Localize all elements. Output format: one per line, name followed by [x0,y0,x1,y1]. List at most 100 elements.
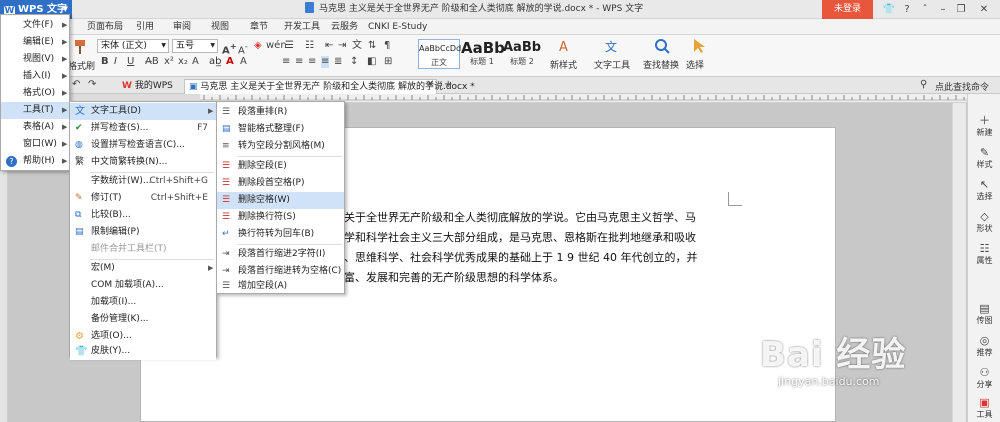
tab-developer[interactable]: 开发工具 [284,19,320,35]
new-style-icon[interactable]: A [557,38,573,55]
italic-icon[interactable]: I [114,56,117,68]
menu-indent-to-spaces[interactable]: ⇥ 段落首行缩进转为空格(C) [217,263,344,280]
find-command-label[interactable]: 点此查找命令 [935,80,989,93]
increase-indent-icon[interactable]: ⇥ [338,40,346,52]
tab-cloud[interactable]: 云服务 [331,19,358,35]
find-replace-button[interactable]: 查找替换 [643,58,679,71]
menu-help[interactable]: ? 帮助(H) ▶ [1,153,69,170]
border-icon[interactable]: ⊞ [384,56,392,68]
tab-page-layout[interactable]: 页面布局 [87,19,123,35]
minimize-icon[interactable]: – [934,0,952,19]
sidebar-shape[interactable]: ◇ 形状 [968,210,1000,234]
menu-spell-language[interactable]: ◍ 设置拼写检查语言(C)... [70,137,216,154]
menu-skin[interactable]: 👕 皮肤(Y)... [70,343,216,360]
menu-format[interactable]: 格式(O) ▶ [1,85,69,102]
shrink-font-icon[interactable]: A- [238,40,248,57]
char-shading-icon[interactable]: A [240,56,247,68]
sidebar-image-upload[interactable]: ▤ 传图 [968,302,1000,326]
decrease-indent-icon[interactable]: ⇤ [325,40,333,52]
ribbon-collapse-icon[interactable]: ˆ [916,0,934,19]
phonetic-icon[interactable]: wén [266,40,287,52]
style-heading-1[interactable]: AaBb 标题 1 [461,39,505,69]
show-marks-icon[interactable]: ¶ [384,40,390,52]
sidebar-toolbox[interactable]: ▣ 工具 [968,396,1000,420]
sidebar-new[interactable]: ＋新建 [968,114,1000,138]
distributed-icon[interactable]: ≣ [334,56,342,68]
sidebar-share[interactable]: ⚇ 分享 [968,366,1000,390]
style-normal[interactable]: AaBbCcDd 正文 [418,39,461,69]
menu-linebreak-to-return[interactable]: ↵ 换行符转为回车(B) [217,226,344,243]
tab-view[interactable]: 视图 [211,19,229,35]
sidebar-property[interactable]: ☷ 属性 [968,242,1000,266]
menu-view[interactable]: 视图(V) ▶ [1,51,69,68]
menu-smart-format[interactable]: ▤ 智能格式整理(F) [217,121,344,138]
menu-add-empty-paragraph[interactable]: ☰ 增加空段(A) [217,280,344,293]
justify-icon[interactable]: ≡ [321,56,330,68]
search-icon[interactable]: ⚲ [920,79,927,91]
font-name-select[interactable]: 宋体 (正文) ▼ [97,39,169,53]
underline-icon[interactable]: U [127,56,134,68]
grow-font-icon[interactable]: A+ [222,40,237,57]
menu-compare[interactable]: ⧉ 比较(B)... [70,207,216,224]
superscript-icon[interactable]: x² [164,56,174,68]
menu-word-count[interactable]: 字数统计(W)... Ctrl+Shift+G [70,173,216,190]
new-style-button[interactable]: 新样式 [550,58,577,71]
menu-restrict-edit[interactable]: ▤ 限制编辑(P) [70,224,216,241]
bullet-list-icon[interactable]: ☰ [285,40,294,52]
sort-icon[interactable]: ⇅ [368,40,376,52]
skin-icon[interactable]: 👕 [880,0,898,19]
align-left-icon[interactable]: ≡ [282,56,290,68]
close-tab-icon[interactable]: ✕ [426,79,434,91]
maximize-icon[interactable]: ❐ [952,0,970,19]
menu-file[interactable]: 文件(F) ▶ [1,17,69,34]
menu-com-addins[interactable]: COM 加载项(A)... [70,277,216,294]
format-painter-icon[interactable] [72,39,88,55]
menu-addins[interactable]: 加载项(I)... [70,294,216,311]
menu-tools[interactable]: 工具(T) ▶ [1,102,69,119]
text-tools-button[interactable]: 文字工具 [594,58,630,71]
menu-delete-spaces[interactable]: ☰ 删除空格(W) [217,192,344,209]
font-size-select[interactable]: 五号 ▼ [172,39,218,53]
menu-table[interactable]: 表格(A) ▶ [1,119,69,136]
redo-icon[interactable]: ↷ [88,79,96,91]
tab-cnki[interactable]: CNKI E-Study [368,19,427,35]
help-icon[interactable]: ? [898,0,916,19]
align-center-icon[interactable]: ≡ [295,56,303,68]
menu-delete-line-breaks[interactable]: ☰ 删除换行符(S) [217,209,344,226]
sidebar-style[interactable]: ✎ 样式 [968,146,1000,170]
menu-simp-trad[interactable]: 繁中文简繁转换(N)... [70,154,216,171]
style-heading-2[interactable]: AaBb( 标题 2 [503,39,541,69]
sidebar-select[interactable]: ↖ 选择 [968,178,1000,202]
menu-delete-leading-spaces[interactable]: ☰ 删除段首空格(P) [217,175,344,192]
align-right-icon[interactable]: ≡ [308,56,316,68]
format-painter-label[interactable]: 格式刷 [68,59,95,72]
text-effect-icon[interactable]: A [192,56,199,68]
menu-empty-paragraph-style[interactable]: ≡ 转为空段分割风格(M) [217,138,344,155]
close-icon[interactable]: ✕ [975,0,993,19]
chinese-layout-icon[interactable]: 文 [352,40,362,52]
tab-review[interactable]: 审阅 [173,19,191,35]
menu-first-line-indent[interactable]: ⇥ 段落首行缩进2字符(I) [217,246,344,263]
menu-delete-empty-paragraphs[interactable]: ☰ 删除空段(E) [217,158,344,175]
undo-icon[interactable]: ↶ [72,79,80,91]
tab-my-wps[interactable]: W 我的WPS [118,79,173,94]
menu-insert[interactable]: 插入(I) ▶ [1,68,69,85]
new-tab-icon[interactable]: + [444,79,452,91]
menu-text-tools[interactable]: 文文字工具(D) ▶ [70,103,216,120]
clear-format-icon[interactable]: ◈ [254,40,262,52]
menu-spellcheck[interactable]: ✔ 拼写检查(S)... F7 [70,120,216,137]
menu-edit[interactable]: 编辑(E) ▶ [1,34,69,51]
text-tools-icon[interactable]: 文 [605,38,621,54]
menu-paragraph-rearrange[interactable]: ☰ 段落重排(R) [217,104,344,121]
sidebar-recommend[interactable]: ◎ 推荐 [968,334,1000,358]
subscript-icon[interactable]: x₂ [178,56,188,68]
menu-backup[interactable]: 备份管理(K)... [70,311,216,328]
select-button[interactable]: 选择 [686,58,704,71]
menu-macro[interactable]: 宏(M) ▶ [70,260,216,277]
strikethrough-icon[interactable]: A̶B [145,56,159,68]
document-body[interactable]: 关于全世界无产阶级和全人类彻底解放的学说。它由马克思主义哲学、马 学和科学社会主… [344,208,734,288]
numbered-list-icon[interactable]: ☷ [305,40,314,52]
tab-chapter[interactable]: 章节 [250,19,268,35]
font-color-icon[interactable]: A [226,56,234,68]
tab-references[interactable]: 引用 [136,19,154,35]
